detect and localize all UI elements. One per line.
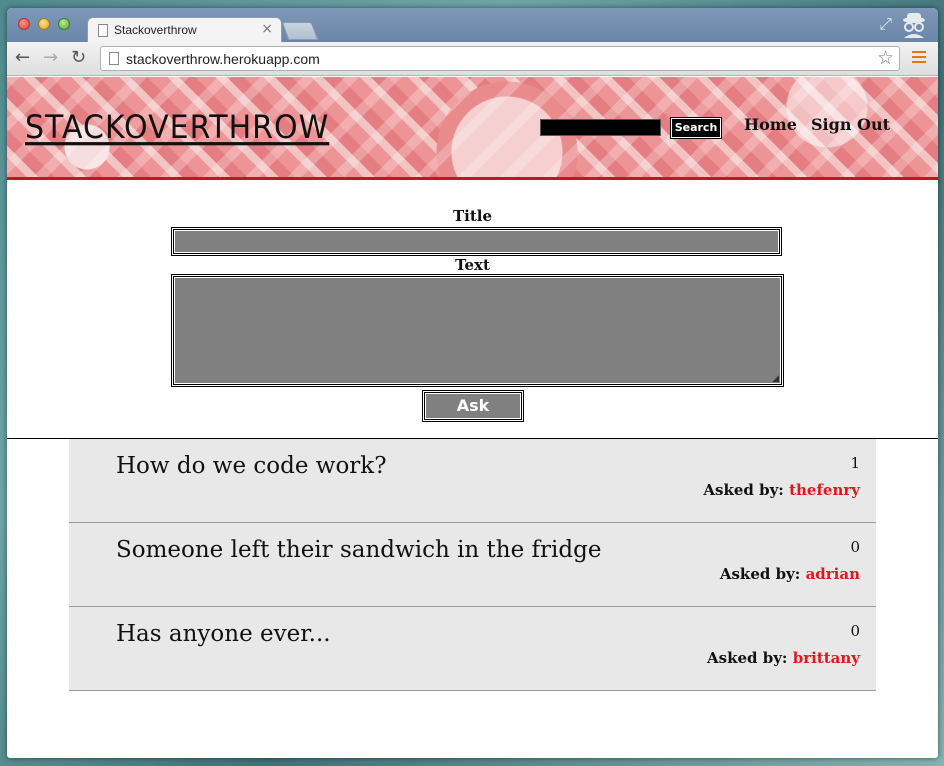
answer-count: 0 xyxy=(850,622,860,640)
search-button[interactable]: Search xyxy=(670,117,722,139)
reload-icon[interactable]: ↻ xyxy=(71,47,86,68)
page-icon xyxy=(109,52,119,65)
question-item[interactable]: How do we code work? 1 Asked by: thefenr… xyxy=(69,439,876,523)
browser-menu-icon[interactable] xyxy=(912,51,926,66)
question-title[interactable]: Has anyone ever... xyxy=(116,621,331,647)
site-header: STACKOVERTHROW Search Home Sign Out xyxy=(7,77,938,180)
asked-by-label: Asked by: xyxy=(703,481,784,499)
site-logo[interactable]: STACKOVERTHROW xyxy=(25,109,329,147)
question-item[interactable]: Has anyone ever... 0 Asked by: brittany xyxy=(69,607,876,691)
answer-count: 0 xyxy=(850,538,860,556)
asked-by-label: Asked by: xyxy=(706,649,788,667)
ask-button[interactable]: Ask xyxy=(422,390,524,422)
new-tab-button[interactable] xyxy=(281,22,319,40)
question-item[interactable]: Someone left their sandwich in the fridg… xyxy=(69,523,876,607)
question-title[interactable]: How do we code work? xyxy=(116,453,387,479)
question-title[interactable]: Someone left their sandwich in the fridg… xyxy=(116,537,601,563)
asked-by-label: Asked by: xyxy=(719,565,801,583)
fullscreen-icon[interactable]: ⤢ xyxy=(879,14,892,34)
tab-close-icon[interactable]: × xyxy=(261,21,273,37)
nav-home-link[interactable]: Home xyxy=(744,115,797,134)
minimize-window-button[interactable] xyxy=(38,18,50,30)
address-url[interactable]: stackoverthrow.herokuapp.com xyxy=(126,51,320,67)
bookmark-star-icon[interactable]: ☆ xyxy=(877,47,894,69)
browser-titlebar: Stackoverthrow × ⤢ xyxy=(7,8,938,43)
tab-title: Stackoverthrow xyxy=(114,23,197,37)
asked-by: Asked by: adrian xyxy=(720,565,860,583)
incognito-icon xyxy=(903,13,925,38)
browser-tab[interactable]: Stackoverthrow × xyxy=(87,17,282,43)
text-area[interactable]: ◢ xyxy=(171,274,784,387)
resize-grip-icon[interactable]: ◢ xyxy=(772,374,779,384)
forward-arrow-icon[interactable]: → xyxy=(43,47,58,68)
page-icon xyxy=(98,24,108,37)
browser-window: Stackoverthrow × ⤢ ← → ↻ stackoverthrow.… xyxy=(7,8,938,758)
asked-by: Asked by: brittany xyxy=(707,649,860,667)
asked-by: Asked by: thefenry xyxy=(703,481,860,499)
search-input[interactable] xyxy=(540,119,661,136)
question-author[interactable]: brittany xyxy=(793,649,860,667)
title-label: Title xyxy=(452,207,493,225)
close-window-button[interactable] xyxy=(18,18,30,30)
question-author[interactable]: thefenry xyxy=(789,481,860,499)
nav-sign-out-link[interactable]: Sign Out xyxy=(811,115,890,134)
title-input[interactable] xyxy=(171,227,782,256)
address-bar[interactable]: stackoverthrow.herokuapp.com ☆ xyxy=(100,46,900,71)
zoom-window-button[interactable] xyxy=(58,18,70,30)
question-author[interactable]: adrian xyxy=(806,565,860,583)
browser-toolbar: ← → ↻ stackoverthrow.herokuapp.com ☆ xyxy=(7,42,938,76)
back-arrow-icon[interactable]: ← xyxy=(15,47,30,68)
answer-count: 1 xyxy=(850,454,860,472)
text-label: Text xyxy=(455,256,490,274)
question-list: How do we code work? 1 Asked by: thefenr… xyxy=(69,439,876,691)
